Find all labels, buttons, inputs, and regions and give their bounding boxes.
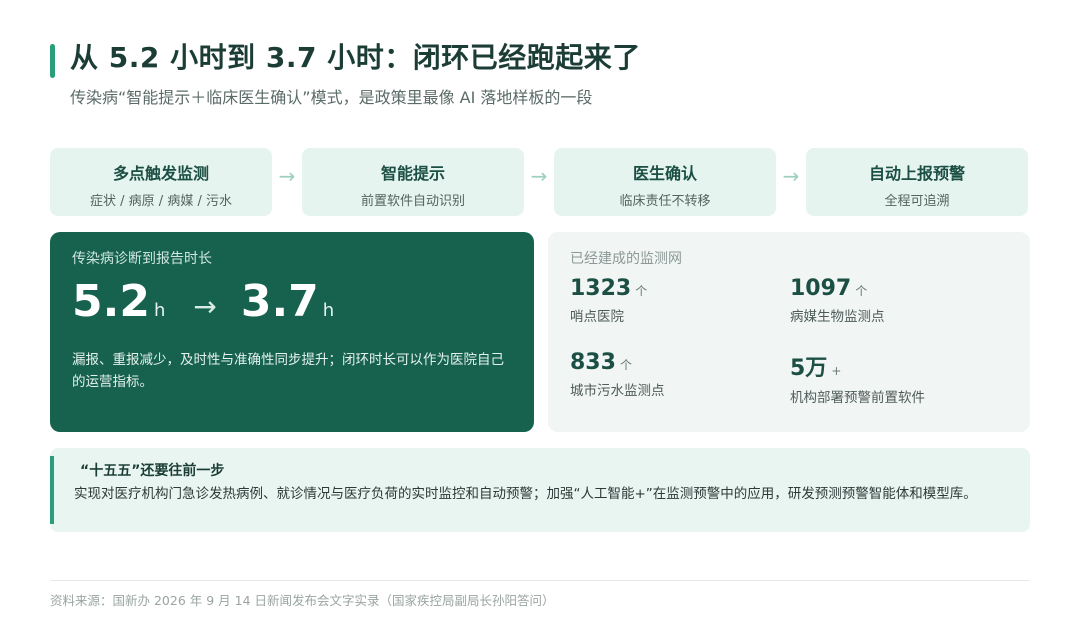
footer-divider [50,580,1030,581]
metric-note: 漏报、重报减少，及时性与准确性同步提升；闭环时长可以作为医院自己的运营指标。 [72,352,504,390]
stat-value: 1097 [790,276,852,301]
metric-label: 传染病诊断到报告时长 [72,251,212,267]
flow-step-title: 医生确认 [632,164,697,183]
next-step-callout: “十五五”还要往前一步 实现对医疗机构门急诊发热病例、就诊情况与医疗负荷的实时监… [50,448,1030,532]
flow-arrow-icon: → [782,164,800,188]
stat-label: 机构部署预警前置软件 [790,390,925,406]
metric-before-value: 5.2 [72,276,150,327]
metric-values: 5.2 h → 3.7 h [72,276,334,327]
title-accent-bar [50,44,55,78]
source-note: 资料来源：国新办 2026 年 9 月 14 日新闻发布会文字实录（国家疾控局副… [50,593,555,608]
stat-label: 城市污水监测点 [570,383,665,399]
flow-step-monitoring: 多点触发监测 症状 / 病原 / 病媒 / 污水 [50,148,272,216]
monitoring-network-card: 已经建成的监测网 1323 个 哨点医院 1097 个 病媒生物监测点 833 … [548,232,1030,432]
callout-text: 实现对医疗机构门急诊发热病例、就诊情况与医疗负荷的实时监控和自动预警；加强“人工… [74,486,977,502]
flow-arrow-icon: → [530,164,548,188]
stat-label: 病媒生物监测点 [790,309,885,325]
stat-unit: 个 [635,284,648,298]
flow-step-desc: 临床责任不转移 [619,194,711,209]
page-title: 从 5.2 小时到 3.7 小时：闭环已经跑起来了 [70,41,641,74]
stat-label: 哨点医院 [570,309,624,325]
flow-step-title: 多点触发监测 [112,164,209,183]
metric-after-unit: h [322,300,335,321]
stat-unit: 个 [619,358,632,372]
network-title: 已经建成的监测网 [570,251,682,267]
stat-vector-monitoring: 1097 个 病媒生物监测点 [790,276,990,325]
flow-step-desc: 症状 / 病原 / 病媒 / 污水 [90,194,232,209]
page-subtitle: 传染病“智能提示＋临床医生确认”模式，是政策里最像 AI 落地样板的一段 [70,88,593,107]
flow-step-doctor-confirm: 医生确认 临床责任不转移 [554,148,776,216]
stat-wastewater-monitoring: 833 个 城市污水监测点 [570,350,770,399]
metric-after-value: 3.7 [240,276,319,327]
metric-arrow-icon: → [193,290,217,323]
flow-step-desc: 前置软件自动识别 [360,194,465,209]
stat-unit: 个 [855,284,868,298]
duration-metric-card: 传染病诊断到报告时长 5.2 h → 3.7 h 漏报、重报减少，及时性与准确性… [50,232,534,432]
stat-value: 5万 [790,356,828,381]
flow-step-title: 自动上报预警 [868,164,965,183]
flow-step-auto-report: 自动上报预警 全程可追溯 [806,148,1028,216]
stat-value: 833 [570,350,616,375]
flow-arrow-icon: → [278,164,296,188]
callout-title: “十五五”还要往前一步 [80,463,225,479]
flow-step-desc: 全程可追溯 [884,194,950,209]
stat-warning-software: 5万 + 机构部署预警前置软件 [790,350,990,406]
metric-before-unit: h [153,300,166,321]
flow-step-smart-prompt: 智能提示 前置软件自动识别 [302,148,524,216]
flow-step-title: 智能提示 [380,164,445,183]
stat-unit: + [831,364,842,378]
stat-value: 1323 [570,276,632,301]
callout-accent-bar [50,456,54,524]
stat-sentinel-hospitals: 1323 个 哨点医院 [570,276,770,325]
